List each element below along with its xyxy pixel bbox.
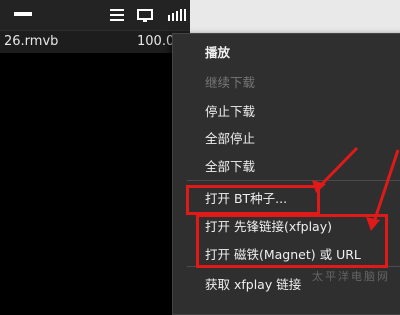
player-panel: 26.rmvb 100.0% <box>0 0 190 300</box>
menu-item-download-all[interactable]: 全部下载 <box>205 156 255 178</box>
menu-item-stop-all[interactable]: 全部停止 <box>205 128 255 150</box>
menu-item-resume-download: 继续下载 <box>205 75 256 90</box>
minus-icon[interactable] <box>14 12 32 16</box>
screen-icon[interactable] <box>137 8 153 22</box>
menu-item-play[interactable]: 播放 <box>205 42 230 64</box>
menu-item-get-xfplay-link[interactable]: 获取 xfplay 链接 <box>205 274 301 296</box>
bars-icon[interactable] <box>168 9 186 21</box>
menu-separator <box>187 180 400 181</box>
menu-item-stop-download[interactable]: 停止下载 <box>205 101 255 123</box>
highlight-box-bt <box>186 185 320 215</box>
file-name: 26.rmvb <box>4 34 59 49</box>
watermark: 太平洋电脑网 <box>312 270 390 283</box>
player-toolbar <box>0 0 190 31</box>
highlight-box-links <box>196 214 388 268</box>
file-row[interactable]: 26.rmvb 100.0% <box>0 31 190 53</box>
list-icon[interactable] <box>110 9 124 21</box>
